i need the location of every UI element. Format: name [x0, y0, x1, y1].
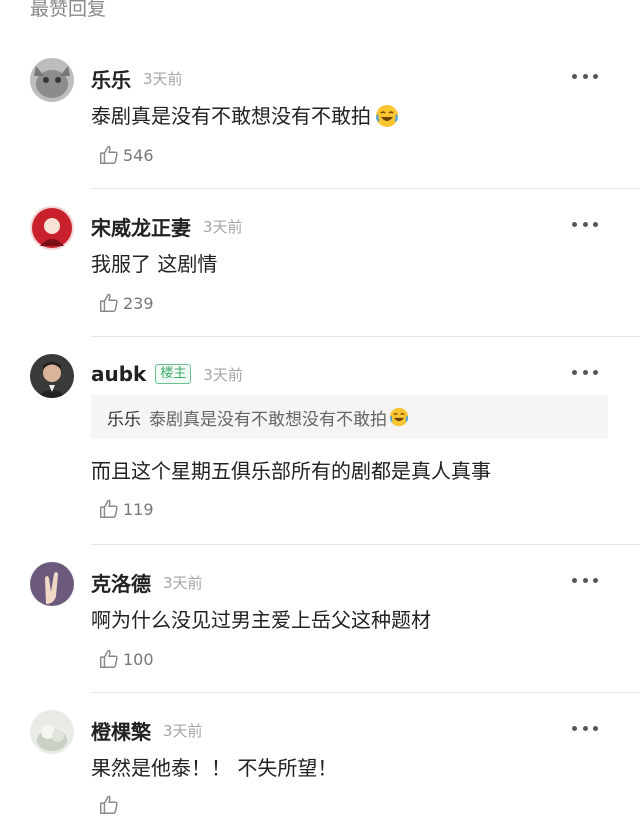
- avatar[interactable]: [30, 562, 74, 606]
- thumbs-up-icon: [100, 795, 118, 814]
- like-button[interactable]: 100: [98, 648, 154, 670]
- laughing-crying-emoji-icon: [376, 105, 398, 127]
- username[interactable]: aubk: [91, 362, 146, 386]
- divider: [91, 692, 640, 693]
- comment-text: 果然是他泰！！ 不失所望！: [91, 756, 338, 780]
- divider: [91, 336, 640, 337]
- comment-text: 我服了 这剧情: [91, 252, 218, 276]
- thumbs-up-icon: [100, 145, 118, 164]
- timestamp: 3天前: [143, 69, 183, 88]
- like-button[interactable]: 546: [98, 144, 154, 166]
- avatar[interactable]: [30, 710, 74, 754]
- like-count: 546: [123, 145, 154, 165]
- avatar[interactable]: [30, 206, 74, 250]
- thumbs-up-icon: [100, 649, 118, 668]
- comment-body: 泰剧真是没有不敢想没有不敢拍: [91, 104, 371, 128]
- like-count: 119: [123, 499, 154, 519]
- quoted-text: 泰剧真是没有不敢想没有不敢拍: [149, 409, 387, 430]
- quoted-username: 乐乐: [107, 409, 141, 430]
- avatar[interactable]: [30, 58, 74, 102]
- thumbs-up-icon: [100, 499, 118, 518]
- more-dots-icon[interactable]: [572, 216, 598, 232]
- quoted-reply[interactable]: 乐乐 泰剧真是没有不敢想没有不敢拍: [91, 395, 608, 439]
- timestamp: 3天前: [163, 573, 203, 592]
- like-button[interactable]: 239: [98, 292, 154, 314]
- laughing-crying-emoji-icon: [389, 407, 409, 427]
- more-dots-icon[interactable]: [572, 68, 598, 84]
- op-badge: 楼主: [155, 364, 192, 384]
- username[interactable]: 克洛德: [91, 568, 151, 597]
- divider: [91, 544, 640, 545]
- timestamp: 3天前: [203, 217, 243, 236]
- username[interactable]: 橙棵檠: [91, 716, 151, 745]
- comment-text: 啊为什么没见过男主爱上岳父这种题材: [91, 608, 431, 632]
- username[interactable]: 宋威龙正妻: [91, 212, 191, 241]
- more-dots-icon[interactable]: [572, 364, 598, 380]
- like-button[interactable]: [98, 794, 123, 816]
- more-dots-icon[interactable]: [572, 720, 598, 736]
- username[interactable]: 乐乐: [91, 64, 131, 93]
- like-count: 239: [123, 293, 154, 313]
- like-button[interactable]: 119: [98, 498, 154, 520]
- avatar[interactable]: [30, 354, 74, 398]
- timestamp: 3天前: [203, 365, 243, 384]
- comment-text: 泰剧真是没有不敢想没有不敢拍: [91, 100, 399, 129]
- timestamp: 3天前: [163, 721, 203, 740]
- comment-text: 而且这个星期五俱乐部所有的剧都是真人真事: [91, 459, 491, 483]
- thumbs-up-icon: [100, 293, 118, 312]
- section-title: 最赞回复: [30, 0, 107, 20]
- more-dots-icon[interactable]: [572, 572, 598, 588]
- like-count: 100: [123, 649, 154, 669]
- divider: [91, 188, 640, 189]
